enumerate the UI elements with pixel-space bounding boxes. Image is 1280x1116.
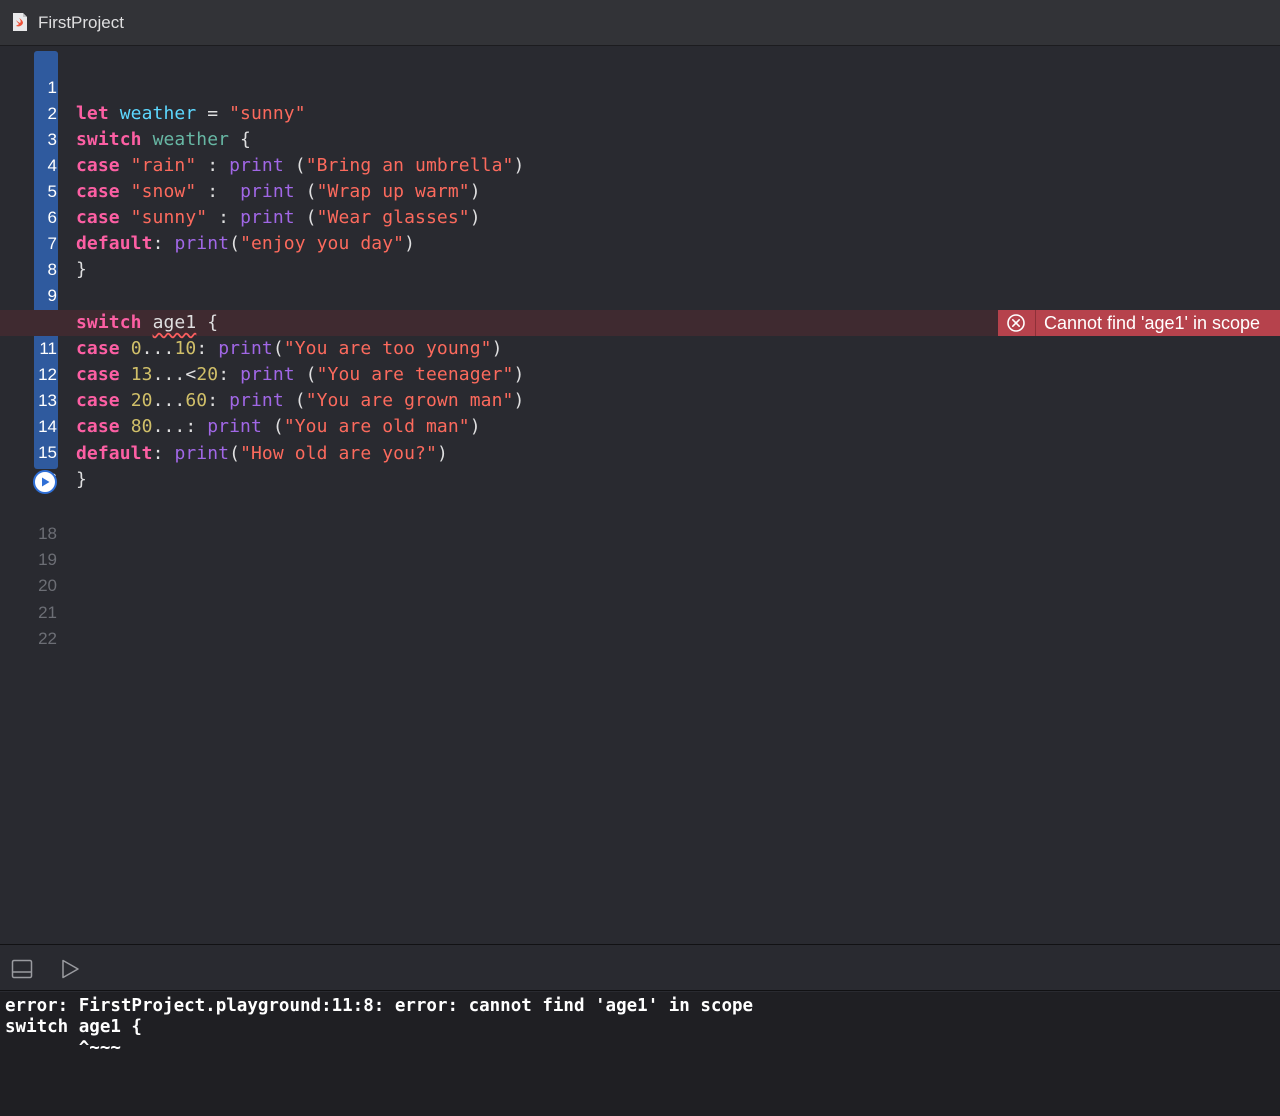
swift-file-icon [13, 13, 27, 31]
debug-toolbar [0, 944, 1280, 991]
code-text: default: print("How old are you?") [76, 443, 448, 464]
error-circle-x-icon[interactable] [997, 310, 1036, 336]
code-line-15[interactable]: 15 case 80...: print ("You are old man") [0, 414, 1280, 462]
code-text: } [76, 259, 87, 280]
code-line-9[interactable]: 9 } [0, 257, 1280, 305]
code-text: case 0...10: print("You are too young") [76, 338, 503, 359]
code-editor[interactable]: 1 2 3 let weather = "sunny" 4 switch wea… [0, 47, 1280, 944]
console-output[interactable]: error: FirstProject.playground:11:8: err… [0, 992, 1280, 1116]
code-line-11[interactable]: 11 switch age1 { Cannot find 'age1' in s… [0, 310, 1280, 358]
code-text: switch weather { [76, 129, 251, 150]
code-text: case "snow" : print ("Wrap up warm") [76, 181, 481, 202]
code-text: let weather = "sunny" [76, 103, 306, 124]
code-line-7[interactable]: 7 case "sunny" : print ("Wear glasses") [0, 205, 1280, 253]
code-text: case 13...<20: print ("You are teenager"… [76, 364, 525, 385]
code-line-6[interactable]: 6 case "snow" : print ("Wrap up warm") [0, 179, 1280, 227]
code-text: default: print("enjoy you day") [76, 233, 416, 254]
run-playground-icon[interactable] [59, 958, 81, 980]
code-line-18[interactable]: 18 [0, 495, 1280, 543]
code-line-10[interactable]: 10 [0, 283, 1280, 331]
line-number: 22 [38, 629, 57, 648]
toggle-debug-area-icon[interactable] [11, 958, 33, 980]
code-text: } [76, 469, 87, 490]
code-text: case "sunny" : print ("Wear glasses") [76, 207, 481, 228]
code-text: case 80...: print ("You are old man") [76, 416, 481, 437]
run-line-button[interactable] [33, 470, 57, 494]
code-line-14[interactable]: 14 case 20...60: print ("You are grown m… [0, 388, 1280, 436]
play-icon [42, 477, 50, 487]
code-line-8[interactable]: 8 default: print("enjoy you day") [0, 231, 1280, 279]
code-line-20[interactable]: 20 [0, 547, 1280, 595]
code-line-13[interactable]: 13 case 13...<20: print ("You are teenag… [0, 362, 1280, 410]
window-title: FirstProject [38, 13, 124, 32]
title-bar: FirstProject [0, 0, 1280, 46]
code-line-3[interactable]: 3 let weather = "sunny" [0, 101, 1280, 149]
code-text: switch age1 { [76, 312, 219, 333]
code-line-21[interactable]: 21 [0, 574, 1280, 622]
code-line-1[interactable]: 1 [0, 49, 1280, 97]
code-text: case "rain" : print ("Bring an umbrella"… [76, 155, 525, 176]
code-line-4[interactable]: 4 switch weather { [0, 127, 1280, 175]
code-line-12[interactable]: 12 case 0...10: print("You are too young… [0, 336, 1280, 384]
code-line-2[interactable]: 2 [0, 75, 1280, 123]
code-line-22[interactable]: 22 [0, 600, 1280, 648]
code-line-19[interactable]: 19 [0, 521, 1280, 569]
error-message: Cannot find 'age1' in scope [1035, 310, 1280, 336]
code-text: case 20...60: print ("You are grown man"… [76, 390, 525, 411]
code-line-5[interactable]: 5 case "rain" : print ("Bring an umbrell… [0, 153, 1280, 201]
inline-error-annotation[interactable]: Cannot find 'age1' in scope [997, 310, 1280, 336]
code-line-16[interactable]: 16 default: print("How old are you?") [0, 441, 1280, 489]
code-line-17[interactable]: } [0, 467, 1280, 494]
